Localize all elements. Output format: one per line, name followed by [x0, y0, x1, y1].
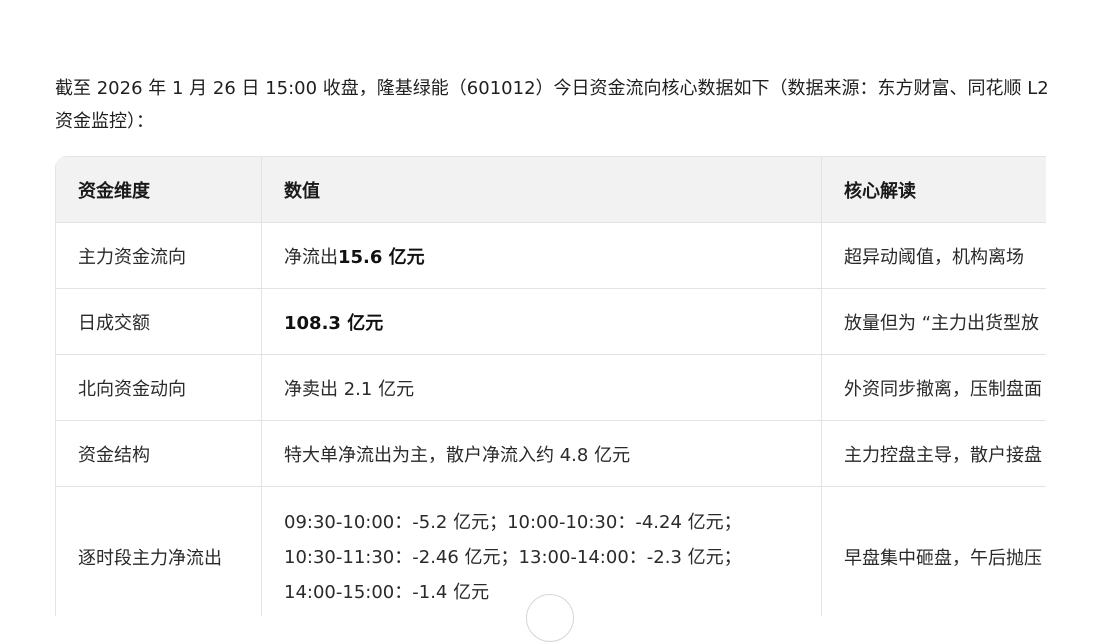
header-dimension: 资金维度	[55, 156, 262, 223]
value-bold: 15.6 亿元	[338, 246, 425, 268]
table-row: 日成交额 108.3 亿元 放量但为 “主力出货型放	[55, 288, 1046, 355]
value-text: 净卖出 2.1 亿元	[284, 378, 415, 400]
table-row: 资金结构 特大单净流出为主，散户净流入约 4.8 亿元 主力控盘主导，散户接盘	[55, 420, 1046, 487]
cell-interpretation: 放量但为 “主力出货型放	[821, 288, 1046, 355]
header-value: 数值	[261, 156, 822, 223]
cell-dimension: 主力资金流向	[55, 222, 262, 289]
cell-interpretation: 超异动阈值，机构离场	[821, 222, 1046, 289]
value-text: 特大单净流出为主，散户净流入约 4.8 亿元	[284, 444, 631, 466]
scroll-down-button[interactable]	[526, 594, 574, 642]
value-text: 09:30-10:00：-5.2 亿元；10:00-10:30：-4.24 亿元…	[284, 511, 742, 603]
cell-value: 净卖出 2.1 亿元	[261, 354, 822, 421]
fund-flow-table-container[interactable]: 资金维度 数值 核心解读 主力资金流向 净流出15.6 亿元 超异动阈值，机构离…	[55, 156, 1046, 616]
cell-dimension: 日成交额	[55, 288, 262, 355]
cell-interpretation: 早盘集中砸盘，午后抛压	[821, 486, 1046, 616]
cell-value: 净流出15.6 亿元	[261, 222, 822, 289]
value-text: 净流出	[284, 246, 338, 268]
cell-value: 108.3 亿元	[261, 288, 822, 355]
cell-dimension: 北向资金动向	[55, 354, 262, 421]
table-header-row: 资金维度 数值 核心解读	[55, 156, 1046, 223]
cell-interpretation: 外资同步撤离，压制盘面	[821, 354, 1046, 421]
cell-dimension: 逐时段主力净流出	[55, 486, 262, 616]
intro-paragraph: 截至 2026 年 1 月 26 日 15:00 收盘，隆基绿能（601012）…	[55, 78, 1049, 132]
header-interpretation: 核心解读	[821, 156, 1046, 223]
fund-flow-table: 资金维度 数值 核心解读 主力资金流向 净流出15.6 亿元 超异动阈值，机构离…	[55, 156, 1046, 616]
value-bold: 108.3 亿元	[284, 312, 384, 334]
table-row: 北向资金动向 净卖出 2.1 亿元 外资同步撤离，压制盘面	[55, 354, 1046, 421]
cell-dimension: 资金结构	[55, 420, 262, 487]
table-row: 主力资金流向 净流出15.6 亿元 超异动阈值，机构离场	[55, 222, 1046, 289]
cell-value: 特大单净流出为主，散户净流入约 4.8 亿元	[261, 420, 822, 487]
cell-interpretation: 主力控盘主导，散户接盘	[821, 420, 1046, 487]
